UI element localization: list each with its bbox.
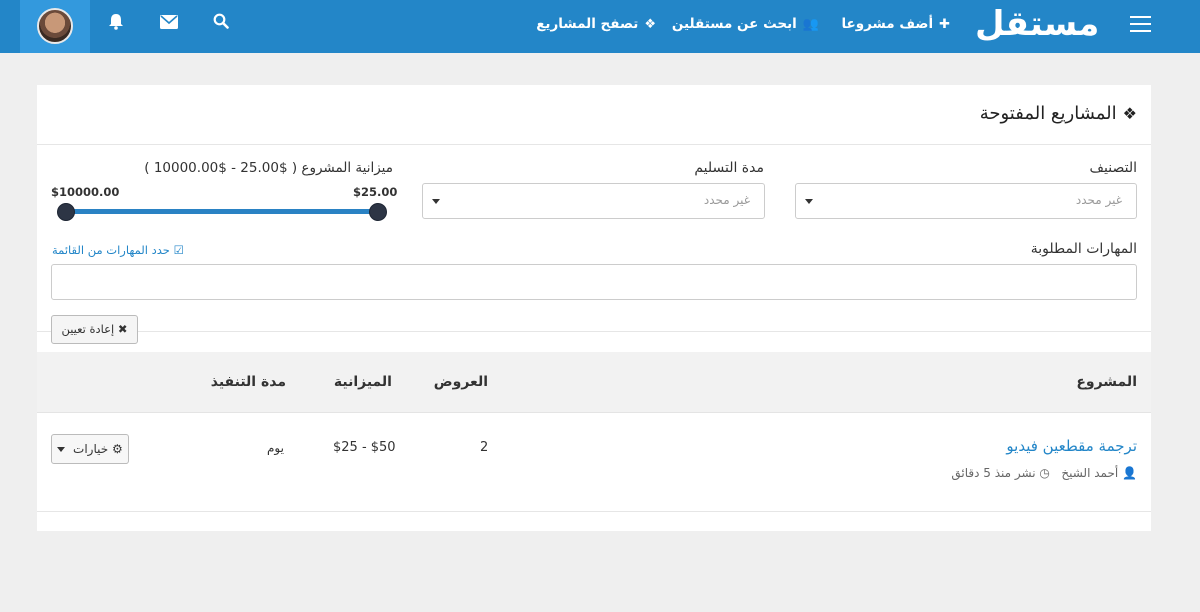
check-square-icon: ☑ (173, 243, 184, 257)
avatar (37, 8, 73, 44)
category-select[interactable]: غير محدد (795, 183, 1137, 219)
category-label: التصنيف (1089, 160, 1137, 176)
nav-browse-projects[interactable]: ❖ تصفح المشاريع (536, 14, 656, 34)
th-duration: مدة التنفيذ (210, 374, 286, 390)
top-navbar: مستقل ✚ أضف مشروعا 👥 ابحث عن مستقلين ❖ تصفح… (0, 0, 1200, 53)
open-projects-panel: ❖ المشاريع المفتوحة (37, 85, 1151, 531)
divider (37, 331, 1151, 332)
skills-input[interactable] (51, 264, 1137, 300)
chevron-down-icon (57, 447, 66, 452)
nav-find-freelancers[interactable]: 👥 ابحث عن مستقلين (672, 14, 819, 34)
budget-min-label: $25.00 (353, 185, 398, 199)
project-duration: يوم (267, 441, 284, 455)
user-menu[interactable] (20, 0, 90, 53)
plus-icon: ✚ (939, 17, 950, 32)
nav-browse-projects-label: تصفح المشاريع (536, 16, 639, 32)
th-offers: العروض (433, 374, 488, 390)
budget-min-handle[interactable] (369, 203, 387, 221)
skills-label: المهارات المطلوبة (1030, 241, 1137, 257)
clock-icon: ◷ (1039, 466, 1050, 480)
divider (37, 144, 1151, 145)
page-title-text: المشاريع المفتوحة (979, 103, 1117, 124)
gear-icon: ⚙ (112, 442, 123, 456)
user-icon: 👤 (1122, 466, 1137, 480)
project-offers: 2 (480, 440, 489, 455)
users-icon: 👥 (802, 17, 819, 32)
close-icon: ✖ (117, 322, 128, 336)
project-meta: 👤 أحمد الشيخ ◷ نشر منذ 5 دقائق (951, 466, 1137, 480)
chevron-down-icon (432, 199, 440, 204)
logo[interactable]: مستقل (975, 4, 1100, 44)
delivery-select[interactable]: غير محدد (422, 183, 765, 219)
search-icon[interactable] (210, 13, 232, 35)
budget-max-handle[interactable] (57, 203, 75, 221)
th-project: المشروع (1076, 374, 1137, 390)
delivery-label: مدة التسليم (694, 160, 764, 176)
budget-max-label: $10000.00 (51, 185, 120, 199)
project-posted: نشر منذ 5 دقائق (951, 466, 1036, 480)
options-button[interactable]: ⚙ خيارات (51, 434, 129, 464)
select-skills-text: حدد المهارات من القائمة (52, 243, 170, 257)
delivery-value: غير محدد (703, 193, 750, 207)
project-author[interactable]: أحمد الشيخ (1061, 466, 1118, 480)
chevron-down-icon (805, 199, 813, 204)
reset-button[interactable]: ✖ إعادة تعيين (51, 315, 138, 344)
nav-add-project[interactable]: ✚ أضف مشروعا (841, 14, 950, 34)
menu-icon[interactable] (1130, 16, 1151, 32)
cubes-icon: ❖ (644, 17, 656, 32)
reset-label: إعادة تعيين (61, 322, 115, 336)
table-header: المشروع العروض الميزانية مدة التنفيذ (37, 352, 1151, 413)
cubes-icon: ❖ (1122, 104, 1137, 123)
project-title-link[interactable]: ترجمة مقطعين فيديو (1006, 437, 1137, 455)
bell-icon[interactable] (105, 13, 127, 35)
options-label: خيارات (73, 442, 109, 456)
budget-slider[interactable] (66, 209, 378, 214)
budget-label: ميزانية المشروع ( $25.00 - $10000.00 ) (144, 160, 393, 176)
envelope-icon[interactable] (158, 13, 180, 35)
category-value: غير محدد (1075, 193, 1122, 207)
th-budget: الميزانية (333, 374, 392, 390)
nav-add-project-label: أضف مشروعا (841, 16, 934, 32)
project-budget: $25 - $50 (333, 440, 396, 455)
divider (37, 511, 1151, 512)
nav-find-freelancers-label: ابحث عن مستقلين (671, 16, 797, 32)
page-title: ❖ المشاريع المفتوحة (980, 103, 1137, 124)
select-skills-link[interactable]: ☑ حدد المهارات من القائمة (52, 243, 184, 257)
